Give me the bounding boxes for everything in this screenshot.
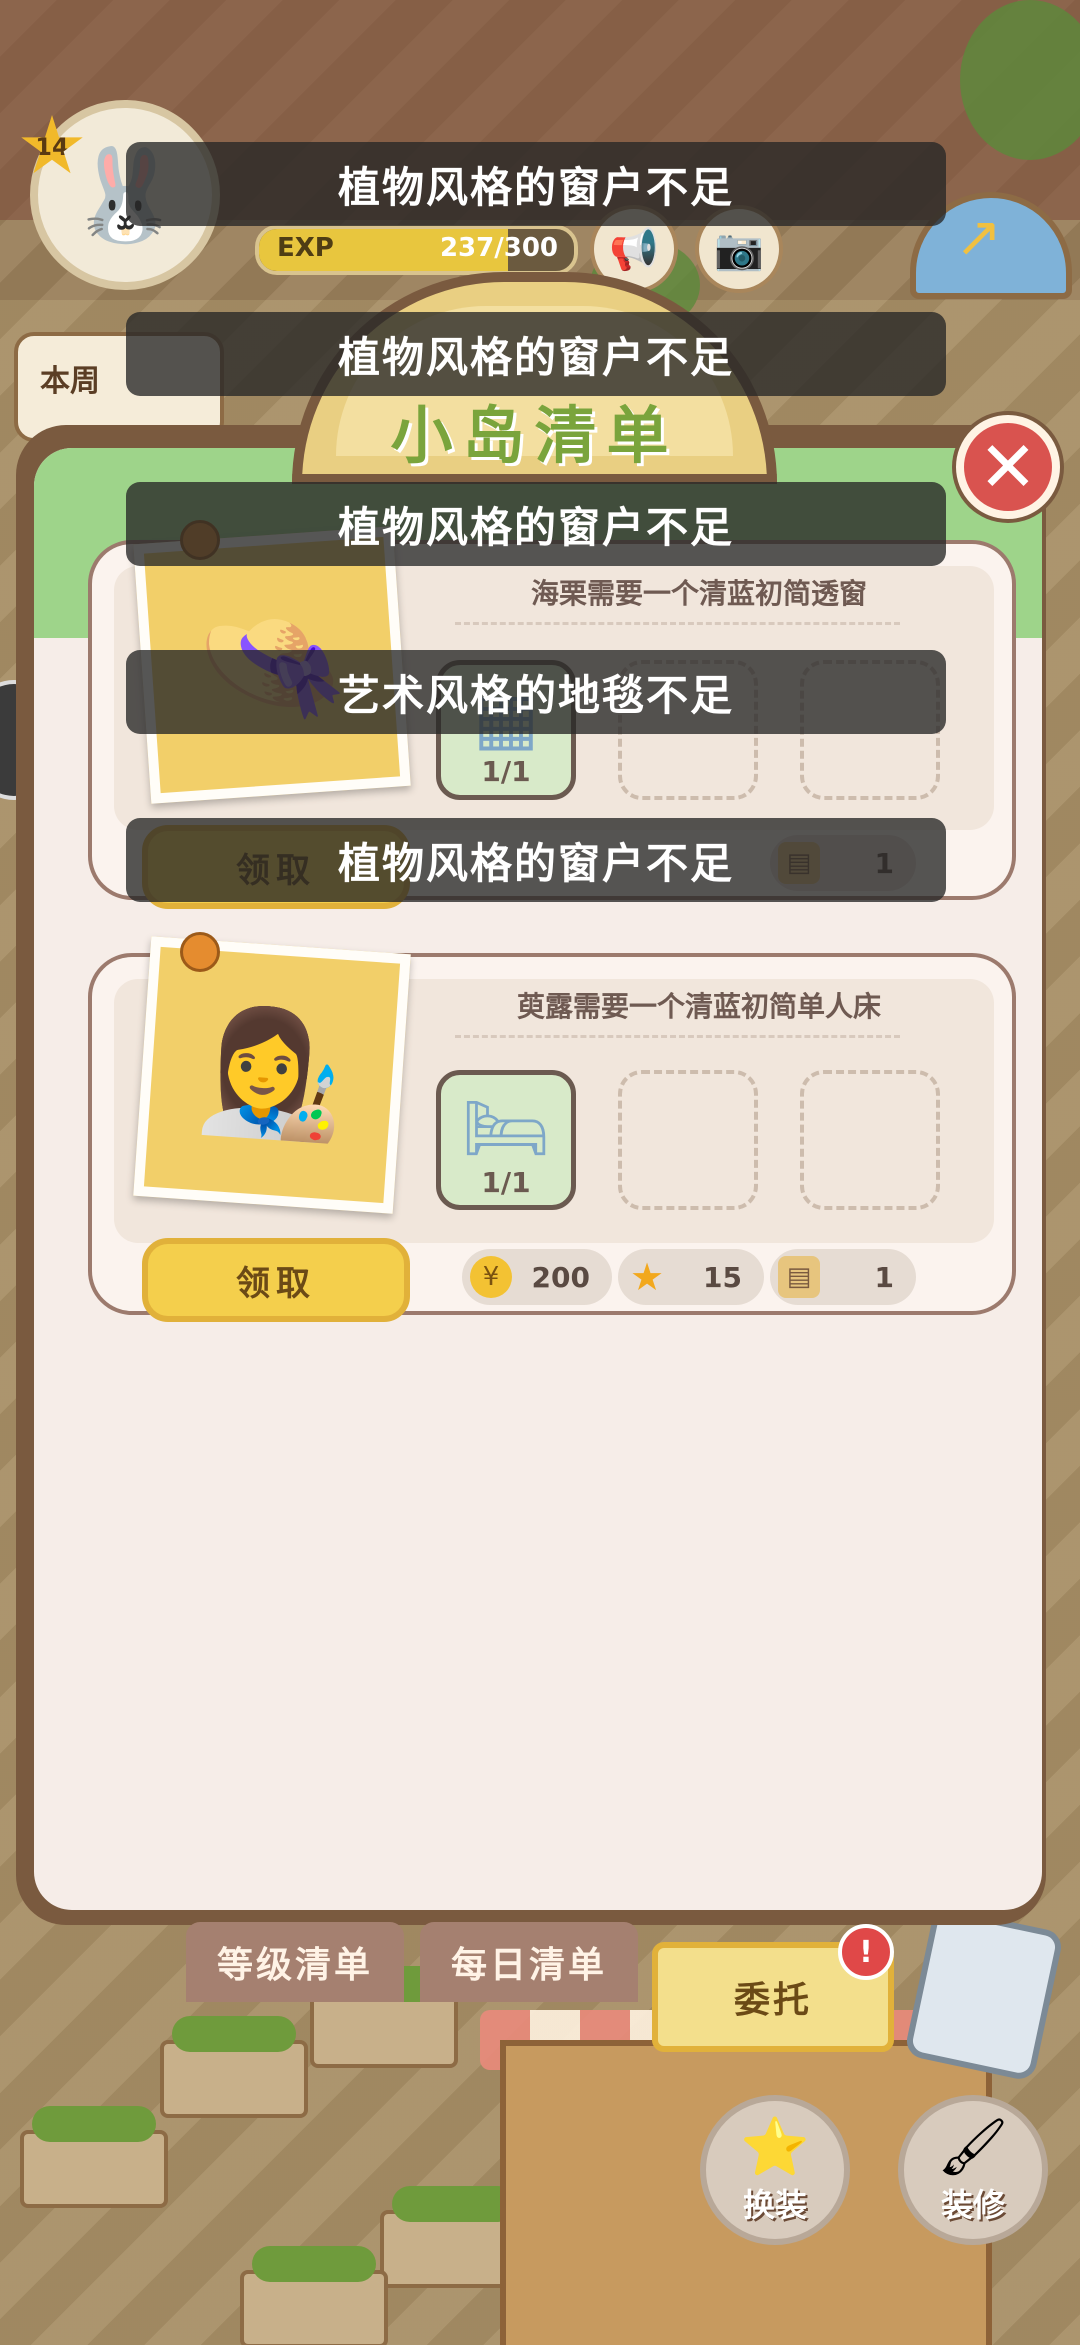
planter-decoration xyxy=(240,2246,388,2345)
alert-badge: ! xyxy=(838,1924,894,1980)
megaphone-icon: 📢 xyxy=(609,226,659,273)
box-icon: ▤ xyxy=(778,1256,820,1298)
decorate-label: 装修 xyxy=(940,2186,1005,2224)
item-progress: 1/1 xyxy=(481,755,531,788)
exp-bar: EXP 237/300 xyxy=(255,225,578,275)
reward-box: ▤ 1 xyxy=(770,1249,916,1305)
character-portrait: 👩‍🎨 xyxy=(133,936,411,1214)
camera-icon: 📷 xyxy=(714,226,764,273)
reward-coin: ¥ 200 xyxy=(462,1249,612,1305)
arrow-up-right-icon: ↗ xyxy=(955,205,1002,270)
toast-message: 植物风格的窗户不足 xyxy=(126,818,946,902)
toast-message: 植物风格的窗户不足 xyxy=(126,142,946,226)
exp-value: 237/300 xyxy=(439,233,558,263)
reward-star: ★ 15 xyxy=(618,1249,764,1305)
tab-label: 委托 xyxy=(733,1980,812,2021)
item-slot[interactable]: 🛏 1/1 xyxy=(436,1070,576,1210)
reward-value: 1 xyxy=(874,1260,894,1294)
close-icon: ✕ xyxy=(978,426,1038,508)
star-icon: ★ xyxy=(629,1255,665,1299)
toast-message: 艺术风格的地毯不足 xyxy=(126,650,946,734)
alert-icon: ! xyxy=(859,1934,873,1970)
tab-label: 每日清单 xyxy=(450,1945,607,1986)
divider xyxy=(455,622,900,625)
exp-label: EXP xyxy=(277,233,334,263)
planter-decoration xyxy=(160,2016,308,2118)
reward-value: 200 xyxy=(531,1260,590,1294)
close-button[interactable]: ✕ xyxy=(956,415,1060,519)
tab-level-list[interactable]: 等级清单 xyxy=(186,1922,404,2002)
planter-decoration xyxy=(20,2106,168,2208)
pin-icon xyxy=(180,932,220,972)
tab-label: 等级清单 xyxy=(216,1945,373,1986)
coin-icon: ¥ xyxy=(470,1256,512,1298)
reward-value: 15 xyxy=(703,1260,742,1294)
star-outfit-icon: ⭐ xyxy=(740,2115,810,2180)
claim-label: 领取 xyxy=(236,1263,316,1304)
panel-title: 小岛清单 xyxy=(390,399,679,472)
character-icon: 👩‍🎨 xyxy=(192,999,352,1150)
dress-up-button[interactable]: ⭐ 换装 xyxy=(700,2095,850,2245)
empty-item-slot xyxy=(618,1070,758,1210)
dress-up-label: 换装 xyxy=(742,2186,807,2224)
toast-message: 植物风格的窗户不足 xyxy=(126,482,946,566)
claim-button[interactable]: 领取 xyxy=(142,1238,410,1322)
toast-message: 植物风格的窗户不足 xyxy=(126,312,946,396)
paint-roller-icon: 🖌 xyxy=(937,2115,1009,2180)
phone-decoration xyxy=(903,1905,1065,2083)
item-progress: 1/1 xyxy=(481,1166,531,1199)
divider xyxy=(455,1035,900,1038)
bed-icon: 🛏 xyxy=(461,1087,551,1169)
decorate-button[interactable]: 🖌 装修 xyxy=(898,2095,1048,2245)
empty-item-slot xyxy=(800,1070,940,1210)
tab-daily-list[interactable]: 每日清单 xyxy=(420,1922,638,2002)
weekly-label: 本周 xyxy=(40,364,100,399)
